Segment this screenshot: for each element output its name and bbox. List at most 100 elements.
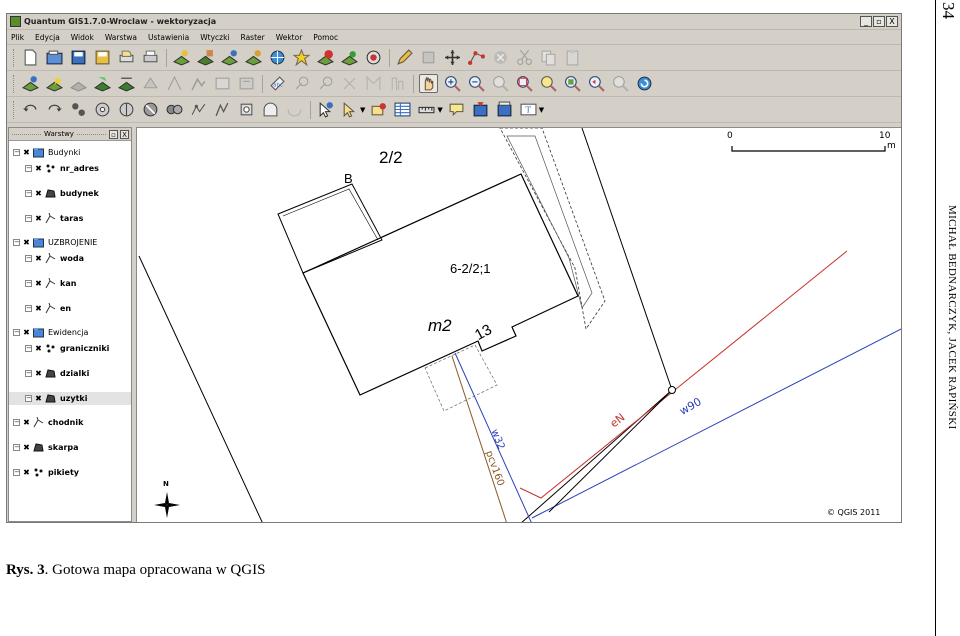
reshape-icon[interactable] (213, 100, 232, 119)
layer-visibility-checkbox[interactable]: ✖ (35, 214, 42, 223)
zoom-to-selection-icon[interactable] (539, 74, 558, 93)
expand-collapse-icon[interactable]: − (25, 165, 32, 172)
select-features-icon[interactable] (340, 100, 359, 119)
zoom-out-icon[interactable] (467, 74, 486, 93)
menu-raster[interactable]: Raster (241, 33, 265, 42)
delete-selected-icon[interactable] (491, 48, 510, 67)
map-canvas[interactable]: 2/2 B 6-2/2;1 m2 13 0 10 m N w32 pcv160 … (136, 127, 901, 522)
add-feature-star-icon[interactable] (45, 74, 64, 93)
expand-collapse-icon[interactable]: − (13, 239, 20, 246)
identify-features-icon[interactable] (316, 100, 335, 119)
add-spatialite-layer-icon[interactable] (244, 48, 263, 67)
paste-features-icon[interactable] (563, 48, 582, 67)
expand-collapse-icon[interactable]: − (13, 419, 20, 426)
layer-visibility-checkbox[interactable]: ✖ (35, 164, 42, 173)
layer-visibility-checkbox[interactable]: ✖ (23, 443, 30, 452)
change-label-icon[interactable] (388, 74, 407, 93)
pin-labels-icon[interactable] (292, 74, 311, 93)
save-as-icon[interactable] (93, 48, 112, 67)
expand-collapse-icon[interactable]: − (25, 395, 32, 402)
measure-area-icon[interactable] (285, 100, 304, 119)
remove-layer-icon[interactable] (316, 48, 335, 67)
label-tool-icon[interactable]: abc (268, 74, 287, 93)
new-layer-icon[interactable] (292, 48, 311, 67)
layer-uzytki[interactable]: − ✖ uzytki (9, 392, 131, 405)
expand-collapse-icon[interactable]: − (13, 149, 20, 156)
move-feature-icon[interactable] (443, 48, 462, 67)
layer-visibility-checkbox[interactable]: ✖ (23, 238, 30, 247)
expand-collapse-icon[interactable]: − (25, 345, 32, 352)
add-part-icon[interactable] (165, 74, 184, 93)
print-icon[interactable] (141, 48, 160, 67)
delete-part-tool-icon[interactable] (261, 100, 280, 119)
reshape-features-icon[interactable] (237, 74, 256, 93)
add-raster-layer-icon[interactable] (196, 48, 215, 67)
layer-group-uzbrojenie[interactable]: − ✖ UZBROJENIE (9, 236, 131, 249)
text-annotation-icon[interactable]: T (519, 100, 538, 119)
zoom-in-icon[interactable] (443, 74, 462, 93)
expand-collapse-icon[interactable]: − (25, 255, 32, 262)
layer-graniczniki[interactable]: − ✖ graniczniki (9, 342, 131, 355)
add-wfs-layer-icon[interactable] (340, 48, 359, 67)
rotate-point-symbols-icon[interactable] (69, 100, 88, 119)
split-features-icon[interactable] (141, 100, 160, 119)
layer-dzialki[interactable]: − ✖ dzialki (9, 367, 131, 380)
new-project-icon[interactable] (21, 48, 40, 67)
show-bookmarks-icon[interactable] (495, 100, 514, 119)
layer-visibility-checkbox[interactable]: ✖ (35, 344, 42, 353)
expand-collapse-icon[interactable]: − (25, 280, 32, 287)
layer-group-ewidencja[interactable]: − ✖ Ewidencja (9, 326, 131, 339)
zoom-actual-icon[interactable] (491, 74, 510, 93)
layer-visibility-checkbox[interactable]: ✖ (35, 189, 42, 198)
menu-wtyczki[interactable]: Wtyczki (200, 33, 229, 42)
toggle-editing-icon[interactable] (395, 48, 414, 67)
measure-line-icon[interactable] (417, 100, 436, 119)
zoom-full-icon[interactable] (515, 74, 534, 93)
attribute-table-icon[interactable] (393, 100, 412, 119)
print-composer-icon[interactable] (117, 48, 136, 67)
add-postgis-layer-icon[interactable] (220, 48, 239, 67)
layer-group-budynki[interactable]: − ✖ Budynki (9, 146, 131, 159)
copy-features-icon[interactable] (539, 48, 558, 67)
menu-ustawienia[interactable]: Ustawienia (148, 33, 189, 42)
close-button[interactable]: X (886, 16, 898, 27)
layer-woda[interactable]: − ✖ woda (9, 252, 131, 265)
expand-collapse-icon[interactable]: − (25, 215, 32, 222)
expand-collapse-icon[interactable]: − (25, 190, 32, 197)
save-project-icon[interactable] (69, 48, 88, 67)
simplify-icon[interactable] (93, 100, 112, 119)
expand-collapse-icon[interactable]: − (13, 444, 20, 451)
delete-ring-tool-icon[interactable] (237, 100, 256, 119)
layer-visibility-checkbox[interactable]: ✖ (35, 369, 42, 378)
redo-icon[interactable] (45, 100, 64, 119)
fill-ring-icon[interactable] (117, 100, 136, 119)
refresh-icon[interactable] (635, 74, 654, 93)
add-ring-icon[interactable] (141, 74, 160, 93)
layer-en[interactable]: − ✖ en (9, 302, 131, 315)
delete-ring-icon[interactable] (189, 74, 208, 93)
close-panel-button[interactable]: X (120, 129, 129, 139)
offset-curve-icon[interactable] (189, 100, 208, 119)
capture-line-icon[interactable] (69, 74, 88, 93)
menu-plik[interactable]: Plik (11, 33, 24, 42)
restore-button[interactable]: ▫ (873, 16, 885, 27)
add-vector-layer-icon[interactable] (172, 48, 191, 67)
simplify-feature-icon[interactable] (117, 74, 136, 93)
capture-polygon-icon[interactable] (93, 74, 112, 93)
map-tips-icon[interactable] (447, 100, 466, 119)
menu-edycja[interactable]: Edycja (35, 33, 60, 42)
node-tool-icon[interactable] (467, 48, 486, 67)
expand-collapse-icon[interactable]: − (25, 370, 32, 377)
add-oracle-layer-icon[interactable] (364, 48, 383, 67)
layer-pikiety[interactable]: − ✖ pikiety (9, 466, 131, 479)
layer-visibility-checkbox[interactable]: ✖ (23, 148, 30, 157)
undock-panel-button[interactable]: ▫ (109, 129, 118, 139)
expand-collapse-icon[interactable]: − (13, 329, 20, 336)
delete-part-icon[interactable] (213, 74, 232, 93)
layer-skarpa[interactable]: − ✖ skarpa (9, 441, 131, 454)
deselect-features-icon[interactable] (369, 100, 388, 119)
layer-kan[interactable]: − ✖ kan (9, 277, 131, 290)
expand-collapse-icon[interactable]: − (25, 305, 32, 312)
layer-budynek[interactable]: − ✖ budynek (9, 187, 131, 200)
zoom-to-layer-icon[interactable] (563, 74, 582, 93)
